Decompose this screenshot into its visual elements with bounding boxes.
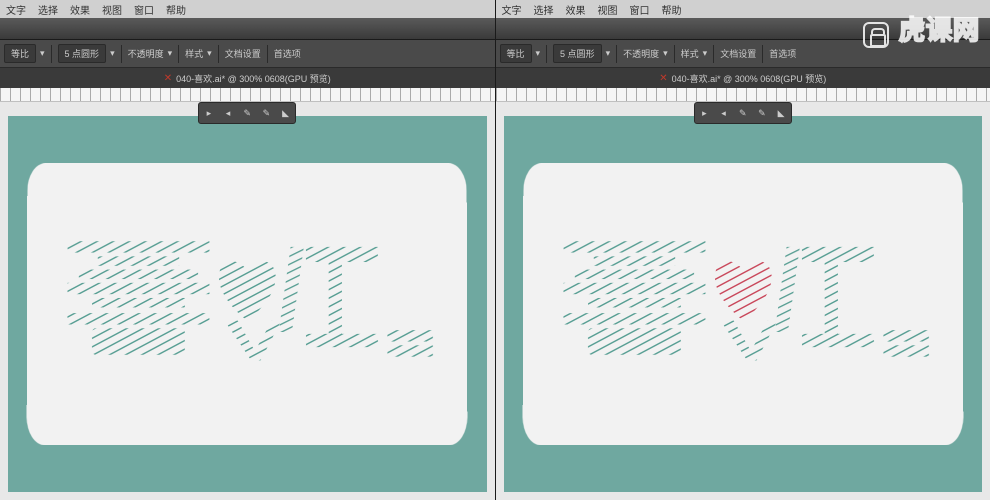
dropdown-icon[interactable]: ▾ <box>168 48 173 59</box>
horizontal-ruler <box>496 88 990 102</box>
separator <box>713 45 714 63</box>
panel-left: 文字 选择 效果 视图 窗口 帮助 等比 ▾ 5 点圆形 ▾ 不透明度 ▾ 样式… <box>0 0 496 500</box>
menu-window[interactable]: 窗口 <box>630 2 650 17</box>
opacity-label: 不透明度 <box>623 47 659 60</box>
separator <box>674 45 675 63</box>
brush-preset-button[interactable]: 5 点圆形 <box>58 44 107 63</box>
pencil-tool-icon[interactable]: ✎ <box>259 106 273 120</box>
menu-effect[interactable]: 效果 <box>566 2 586 17</box>
shape-tool-icon[interactable]: ◣ <box>774 106 788 120</box>
scale-mode-button[interactable]: 等比 <box>500 44 532 63</box>
opacity-label: 不透明度 <box>128 47 164 60</box>
floating-toolbar[interactable]: ▸ ◂ ✎ ✎ ◣ <box>694 102 792 124</box>
document-tab-title: 040-喜欢.ai* @ 300% 0608(GPU 预览) <box>672 72 827 85</box>
menu-view[interactable]: 视图 <box>598 2 618 17</box>
dropdown-icon[interactable]: ▾ <box>606 48 611 59</box>
direct-select-icon[interactable]: ◂ <box>221 106 235 120</box>
separator <box>762 45 763 63</box>
document-tab[interactable]: ✕ 040-喜欢.ai* @ 300% 0608(GPU 预览) <box>164 72 331 85</box>
selection-tool-icon[interactable]: ▸ <box>202 106 216 120</box>
artwork-card <box>522 163 963 445</box>
pen-tool-icon[interactable]: ✎ <box>736 106 750 120</box>
artwork-left <box>58 212 437 395</box>
menu-text[interactable]: 文字 <box>6 2 26 17</box>
brush-preset-button[interactable]: 5 点圆形 <box>553 44 602 63</box>
separator <box>178 45 179 63</box>
separator <box>121 45 122 63</box>
menubar: 文字 选择 效果 视图 窗口 帮助 <box>0 0 495 18</box>
selection-tool-icon[interactable]: ▸ <box>697 106 711 120</box>
canvas-viewport[interactable]: ▸ ◂ ✎ ✎ ◣ <box>0 88 495 500</box>
direct-select-icon[interactable]: ◂ <box>717 106 731 120</box>
dropdown-icon[interactable]: ▾ <box>207 48 212 59</box>
separator <box>267 45 268 63</box>
style-label: 样式 <box>185 47 203 60</box>
dropdown-icon[interactable]: ▾ <box>110 48 115 59</box>
scale-mode-button[interactable]: 等比 <box>4 44 36 63</box>
separator <box>546 45 547 63</box>
document-tab-title: 040-喜欢.ai* @ 300% 0608(GPU 预览) <box>176 72 331 85</box>
prefs-label[interactable]: 首选项 <box>274 47 301 60</box>
pen-tool-icon[interactable]: ✎ <box>240 106 254 120</box>
docsetup-label[interactable]: 文档设置 <box>225 47 261 60</box>
menu-help[interactable]: 帮助 <box>166 2 186 17</box>
docsetup-label[interactable]: 文档设置 <box>720 47 756 60</box>
artwork-right <box>553 212 932 395</box>
titlebar <box>0 18 495 40</box>
panel-right: 文字 选择 效果 视图 窗口 帮助 等比 ▾ 5 点圆形 ▾ 不透明度 ▾ 样式… <box>496 0 990 500</box>
menu-window[interactable]: 窗口 <box>134 2 154 17</box>
close-tab-icon[interactable]: ✕ <box>164 73 172 84</box>
separator <box>51 45 52 63</box>
separator <box>218 45 219 63</box>
shape-tool-icon[interactable]: ◣ <box>279 106 293 120</box>
menu-effect[interactable]: 效果 <box>70 2 90 17</box>
artboard-background <box>8 116 487 492</box>
menu-select[interactable]: 选择 <box>38 2 58 17</box>
separator <box>616 45 617 63</box>
menu-text[interactable]: 文字 <box>502 2 522 17</box>
dropdown-icon[interactable]: ▾ <box>40 48 45 59</box>
menu-help[interactable]: 帮助 <box>662 2 682 17</box>
document-tab-bar: ✕ 040-喜欢.ai* @ 300% 0608(GPU 预览) <box>496 68 990 88</box>
document-tab[interactable]: ✕ 040-喜欢.ai* @ 300% 0608(GPU 预览) <box>659 72 826 85</box>
canvas-viewport[interactable]: ▸ ◂ ✎ ✎ ◣ <box>496 88 990 500</box>
pencil-tool-icon[interactable]: ✎ <box>755 106 769 120</box>
watermark-lock-icon <box>863 22 889 48</box>
artwork-card <box>27 163 468 445</box>
dropdown-icon[interactable]: ▾ <box>663 48 668 59</box>
menu-view[interactable]: 视图 <box>102 2 122 17</box>
close-tab-icon[interactable]: ✕ <box>659 73 667 84</box>
prefs-label[interactable]: 首选项 <box>769 47 796 60</box>
artboard-background <box>504 116 983 492</box>
document-tab-bar: ✕ 040-喜欢.ai* @ 300% 0608(GPU 预览) <box>0 68 495 88</box>
horizontal-ruler <box>0 88 495 102</box>
dropdown-icon[interactable]: ▾ <box>536 48 541 59</box>
dropdown-icon[interactable]: ▾ <box>703 48 708 59</box>
watermark: 虎课网 <box>863 10 980 48</box>
menu-select[interactable]: 选择 <box>534 2 554 17</box>
watermark-text: 虎课网 <box>899 15 980 45</box>
style-label: 样式 <box>681 47 699 60</box>
floating-toolbar[interactable]: ▸ ◂ ✎ ✎ ◣ <box>198 102 296 124</box>
controlbar: 等比 ▾ 5 点圆形 ▾ 不透明度 ▾ 样式 ▾ 文档设置 首选项 <box>0 40 495 68</box>
